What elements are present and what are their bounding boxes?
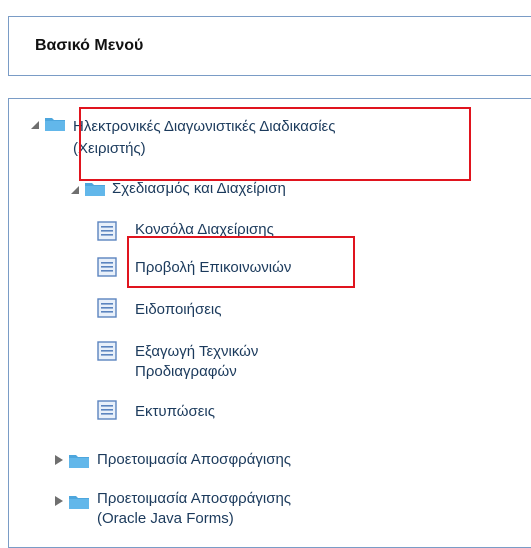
tree-node-unsealing-prep-forms-label-line2[interactable]: (Oracle Java Forms): [97, 509, 234, 529]
tree-node-eprocurement-label-line2[interactable]: (Χειριστής): [73, 139, 146, 159]
tree-item-view-communications-label[interactable]: Προβολή Επικοινωνιών: [135, 258, 291, 278]
folder-icon: [45, 118, 65, 131]
collapsed-triangle-icon[interactable]: [54, 455, 64, 465]
tree-node-planning-management-label[interactable]: Σχεδιασμός και Διαχείριση: [112, 179, 286, 199]
tree-item-export-technical-specs-label-line2[interactable]: Προδιαγραφών: [135, 362, 237, 382]
main-menu-title: Βασικό Μενού: [35, 37, 144, 54]
document-icon: [97, 298, 117, 318]
document-icon: [97, 257, 117, 277]
folder-icon: [69, 455, 89, 468]
tree-node-unsealing-prep-forms-label-line1[interactable]: Προετοιμασία Αποσφράγισης: [97, 489, 291, 509]
folder-icon: [69, 496, 89, 509]
folder-icon: [85, 183, 105, 196]
collapsed-triangle-icon[interactable]: [54, 496, 64, 506]
main-menu-header: Βασικό Μενού: [8, 16, 531, 76]
document-icon: [97, 341, 117, 361]
document-icon: [97, 400, 117, 420]
navigator-tree: [8, 98, 531, 548]
tree-node-eprocurement-label-line1[interactable]: Ηλεκτρονικές Διαγωνιστικές Διαδικασίες: [73, 117, 335, 137]
expanded-triangle-icon[interactable]: [70, 185, 80, 195]
tree-node-unsealing-prep-label[interactable]: Προετοιμασία Αποσφράγισης: [97, 450, 291, 470]
document-icon: [97, 221, 117, 241]
tree-item-admin-console-label[interactable]: Κονσόλα Διαχείρισης: [135, 220, 274, 240]
tree-item-export-technical-specs-label-line1[interactable]: Εξαγωγή Τεχνικών: [135, 342, 258, 362]
tree-item-notifications-label[interactable]: Ειδοποιήσεις: [135, 300, 221, 320]
expanded-triangle-icon[interactable]: [30, 120, 40, 130]
tree-item-printouts-label[interactable]: Εκτυπώσεις: [135, 402, 215, 422]
